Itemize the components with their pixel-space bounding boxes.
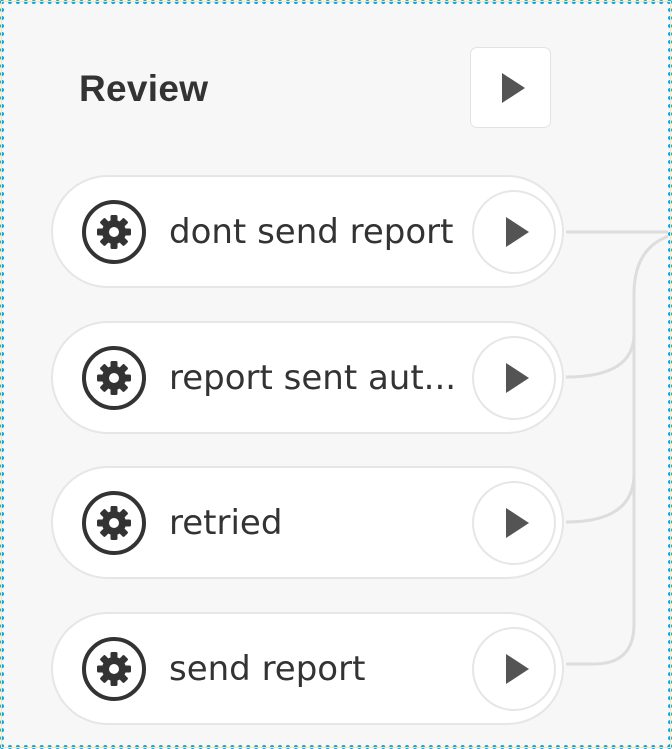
- workflow-group-panel[interactable]: Review dont send report report sent aut.…: [0, 0, 672, 749]
- gear-icon: [82, 491, 146, 555]
- node-label: retried: [169, 503, 283, 543]
- gear-icon: [82, 200, 146, 264]
- gear-icon: [82, 346, 146, 410]
- play-icon: [505, 363, 529, 393]
- run-group-button[interactable]: [470, 47, 551, 128]
- node-label: dont send report: [169, 212, 454, 252]
- workflow-node[interactable]: dont send report: [51, 175, 564, 288]
- play-icon: [502, 72, 525, 103]
- run-node-button[interactable]: [472, 190, 556, 274]
- workflow-node[interactable]: send report: [51, 612, 564, 725]
- run-node-button[interactable]: [472, 336, 556, 420]
- node-label: report sent aut...: [169, 358, 457, 398]
- gear-icon: [82, 637, 146, 701]
- play-icon: [505, 217, 529, 247]
- node-label: send report: [169, 649, 366, 689]
- play-icon: [505, 508, 529, 538]
- workflow-node[interactable]: report sent aut...: [51, 321, 564, 434]
- run-node-button[interactable]: [472, 627, 556, 711]
- run-node-button[interactable]: [472, 481, 556, 565]
- group-title: Review: [79, 68, 209, 109]
- workflow-node[interactable]: retried: [51, 466, 564, 579]
- play-icon: [505, 654, 529, 684]
